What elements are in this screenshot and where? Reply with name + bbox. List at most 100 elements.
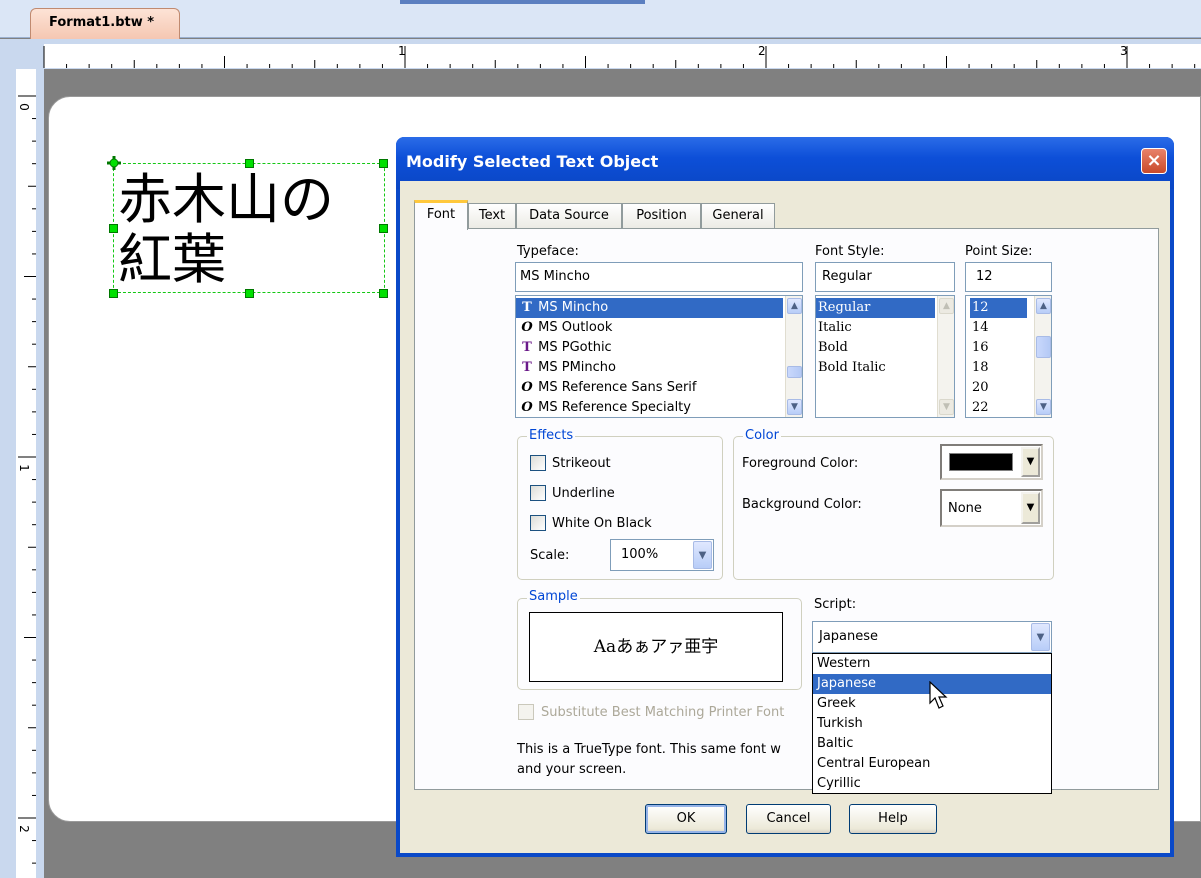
white-on-black-checkbox[interactable] [530,515,546,531]
selected-text-object[interactable]: 赤木山の 紅葉 [113,163,385,293]
scroll-thumb[interactable] [1036,336,1051,358]
vruler-number-2: 2 [16,825,31,833]
scale-select[interactable]: 100% ▼ [610,539,714,571]
foreground-color-select[interactable]: ▼ [940,444,1043,480]
scroll-up-icon[interactable]: ▲ [787,298,802,314]
scroll-thumb[interactable] [787,366,802,378]
foreground-color-label: Foreground Color: [742,456,859,471]
ok-button[interactable]: OK [645,804,727,834]
resize-handle-top[interactable] [245,159,254,168]
script-option-baltic[interactable]: Baltic [813,734,1051,754]
point-size-item-12[interactable]: 12 [970,298,1027,318]
background-color-select[interactable]: None ▼ [940,489,1043,527]
font-sample-preview: Aaあぁアァ亜宇 [529,612,783,682]
mouse-pointer-icon [929,681,948,709]
hruler-number-1: 1 [398,44,406,58]
tab-general[interactable]: General [701,203,775,228]
hruler-number-2: 2 [758,44,766,58]
font-style-item-bold[interactable]: Bold [816,338,954,358]
rotate-handle-icon[interactable] [106,155,122,171]
chevron-down-icon[interactable]: ▼ [1031,623,1050,651]
white-on-black-label: White On Black [552,516,652,531]
font-style-list-items: Regular Italic Bold Bold Italic [816,296,954,378]
vertical-ruler-ticks [18,95,36,864]
tab-text[interactable]: Text [468,203,516,228]
script-option-cyrillic[interactable]: Cyrillic [813,774,1051,794]
opentype-icon: O [521,380,533,395]
chevron-down-icon[interactable]: ▼ [1021,492,1040,524]
resize-handle-bottom[interactable] [245,289,254,298]
opentype-icon: O [521,400,533,415]
vruler-number-1: 1 [16,464,31,472]
tab-position[interactable]: Position [622,203,701,228]
tab-data-source[interactable]: Data Source [516,203,622,228]
resize-handle-right[interactable] [379,224,388,233]
font-style-item-bold-italic[interactable]: Bold Italic [816,358,954,378]
font-style-scrollbar[interactable]: ▲ ▼ [937,296,954,417]
chevron-down-icon[interactable]: ▼ [693,541,712,569]
help-button[interactable]: Help [849,804,937,834]
script-option-central-european[interactable]: Central European [813,754,1051,774]
resize-handle-top-right[interactable] [379,159,388,168]
foreground-color-swatch [949,453,1013,471]
close-icon[interactable]: × [1141,148,1167,174]
substitute-font-label: Substitute Best Matching Printer Font [541,705,785,720]
typeface-label: Typeface: [517,244,579,259]
font-style-input[interactable]: Regular [815,262,955,292]
chevron-down-icon[interactable]: ▼ [1021,447,1040,477]
point-size-input[interactable]: 12 [965,262,1052,292]
background-color-value: None [948,501,982,516]
font-style-list[interactable]: Regular Italic Bold Bold Italic ▲ ▼ [815,295,955,418]
script-label: Script: [814,597,857,612]
vruler-number-0: 0 [16,103,31,111]
script-option-western[interactable]: Western [813,654,1051,674]
typeface-item-label: MS Reference Sans Serif [538,380,697,395]
truetype-icon: T [522,300,532,315]
typeface-list[interactable]: T MS Mincho O MS Outlook T MS PGothic T … [515,295,803,418]
resize-handle-left[interactable] [109,224,118,233]
resize-handle-bottom-left[interactable] [109,289,118,298]
cancel-button[interactable]: Cancel [746,804,831,834]
dialog-title: Modify Selected Text Object [406,152,659,171]
text-object-line1: 赤木山の [118,168,334,231]
sample-group-label: Sample [527,589,580,604]
font-style-item-italic[interactable]: Italic [816,318,954,338]
typeface-input[interactable]: MS Mincho [515,262,803,292]
typeface-item-ms-outlook[interactable]: O MS Outlook [516,318,802,338]
typeface-scrollbar[interactable]: ▲ ▼ [785,296,802,417]
strikeout-checkbox[interactable] [530,455,546,471]
typeface-item-ms-mincho[interactable]: T MS Mincho [516,298,783,318]
scroll-up-icon[interactable]: ▲ [1036,298,1051,314]
point-size-scrollbar[interactable]: ▲ ▼ [1034,296,1051,417]
substitute-font-checkbox[interactable] [518,704,534,720]
background-color-label: Background Color: [742,497,862,512]
typeface-item-ms-reference-specialty[interactable]: O MS Reference Specialty [516,398,802,417]
underline-checkbox[interactable] [530,485,546,501]
font-style-label: Font Style: [815,244,885,259]
scroll-down-icon[interactable]: ▼ [787,399,802,415]
typeface-list-items: T MS Mincho O MS Outlook T MS PGothic T … [516,296,802,417]
point-size-label: Point Size: [965,244,1033,259]
font-style-item-regular[interactable]: Regular [816,298,935,318]
typeface-item-ms-pmincho[interactable]: T MS PMincho [516,358,802,378]
tab-font[interactable]: Font [414,200,468,230]
script-dropdown-list[interactable]: Western Japanese Greek Turkish Baltic Ce… [812,653,1052,794]
typeface-item-label: MS Reference Specialty [538,400,691,415]
scroll-down-icon: ▼ [939,399,954,415]
script-option-turkish[interactable]: Turkish [813,714,1051,734]
color-group-label: Color [743,428,781,443]
text-object-content: 赤木山の 紅葉 [118,170,334,290]
script-select[interactable]: Japanese ▼ [812,621,1052,653]
typeface-item-ms-pgothic[interactable]: T MS PGothic [516,338,802,358]
typeface-item-label: MS Mincho [538,300,609,315]
typeface-item-ms-reference-sans-serif[interactable]: O MS Reference Sans Serif [516,378,802,398]
scroll-up-icon: ▲ [939,298,954,314]
underline-label: Underline [552,486,615,501]
font-info-line2: and your screen. [517,762,627,777]
effects-group-label: Effects [527,428,576,443]
text-object-line2: 紅葉 [118,228,226,291]
resize-handle-bottom-right[interactable] [379,289,388,298]
point-size-list[interactable]: 12 14 16 18 20 22 ▲ ▼ [965,295,1052,418]
scroll-down-icon[interactable]: ▼ [1036,399,1051,415]
font-info-line1: This is a TrueType font. This same font … [517,742,781,757]
